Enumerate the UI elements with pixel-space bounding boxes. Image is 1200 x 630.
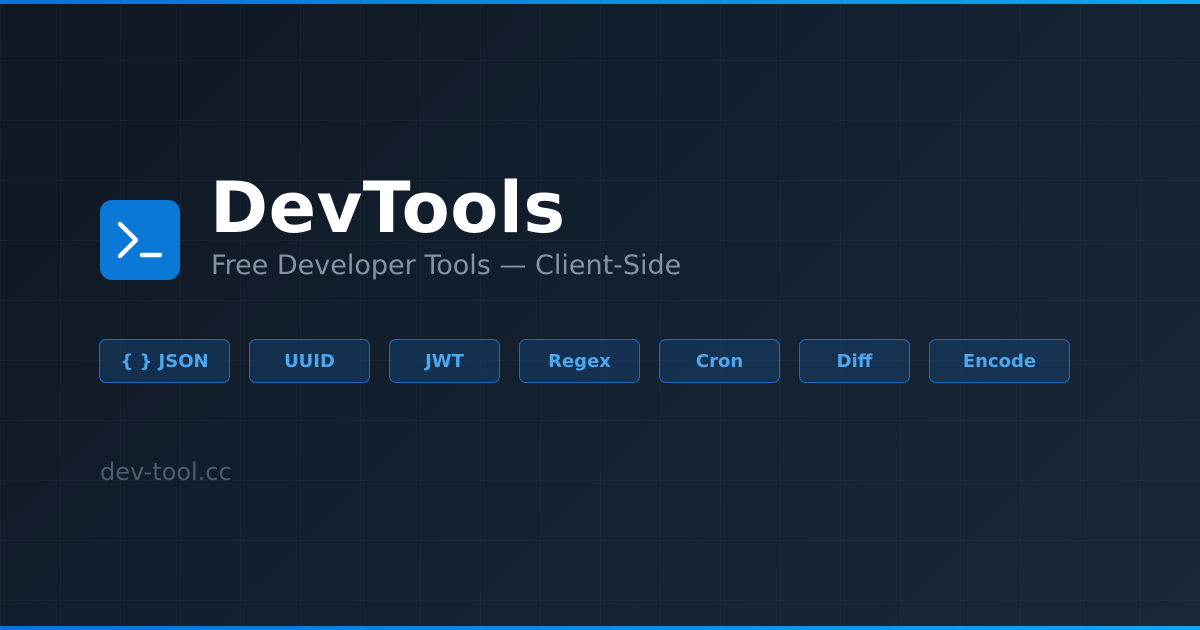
tool-pill-json[interactable]: { } JSON <box>99 339 230 383</box>
tool-pill-regex[interactable]: Regex <box>519 339 640 383</box>
tool-pill-jwt[interactable]: JWT <box>389 339 500 383</box>
background-grid <box>0 0 1200 630</box>
tool-pill-cron[interactable]: Cron <box>659 339 780 383</box>
tool-pill-uuid[interactable]: UUID <box>249 339 370 383</box>
tool-pill-encode[interactable]: Encode <box>929 339 1070 383</box>
app-subtitle: Free Developer Tools — Client-Side <box>211 250 682 281</box>
top-accent-bar <box>0 0 1200 4</box>
app-title: DevTools <box>210 167 566 249</box>
terminal-prompt-icon <box>100 200 180 280</box>
social-card: DevTools Free Developer Tools — Client-S… <box>0 0 1200 630</box>
bottom-accent-bar <box>0 626 1200 630</box>
site-domain: dev-tool.cc <box>100 458 232 486</box>
tool-pill-diff[interactable]: Diff <box>799 339 910 383</box>
